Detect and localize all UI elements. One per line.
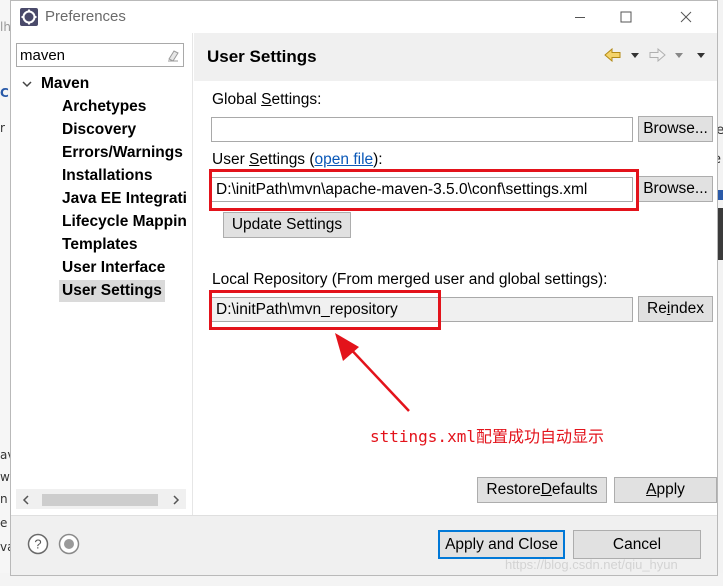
tree-item-user-interface[interactable]: User Interface	[59, 257, 168, 279]
tree-item-discovery[interactable]: Discovery	[59, 119, 139, 141]
window-title: Preferences	[45, 8, 126, 25]
forward-arrow-icon	[649, 48, 666, 62]
tree-item-installations[interactable]: Installations	[59, 165, 155, 187]
tree-item-user-settings[interactable]: User Settings	[59, 280, 165, 302]
title-bar[interactable]: Preferences	[11, 1, 717, 33]
user-settings-highlight-box	[209, 169, 639, 211]
maximize-button[interactable]	[603, 1, 649, 33]
help-icon[interactable]: ?	[27, 533, 49, 555]
annotation-text: sttings.xml配置成功自动显示	[370, 427, 604, 446]
preference-page: User Settings Global Settings: Browse...…	[194, 33, 717, 515]
minimize-button[interactable]	[557, 1, 603, 33]
tree-item-java-ee-integration[interactable]: Java EE Integrati	[59, 188, 190, 210]
preferences-dialog: Preferences maven Maven Archetypes Disco…	[10, 0, 718, 576]
cancel-button[interactable]: Cancel	[573, 530, 701, 559]
background-fragment: w	[0, 470, 10, 484]
back-menu-button[interactable]	[625, 45, 645, 65]
dropdown-triangle-icon	[675, 53, 683, 58]
close-icon	[680, 11, 692, 23]
svg-text:?: ?	[34, 537, 41, 552]
watermark: https://blog.csdn.net/qiu_hyun	[505, 557, 678, 572]
open-file-link[interactable]: open file	[315, 151, 374, 168]
minimize-icon	[575, 17, 585, 18]
tree-node-label: Maven	[41, 75, 90, 92]
background-fragment: n	[0, 492, 8, 506]
restore-defaults-button[interactable]: Restore Defaults	[477, 477, 607, 503]
background-fragment: C	[0, 86, 9, 100]
apply-and-close-button[interactable]: Apply and Close	[438, 530, 565, 559]
page-title: User Settings	[207, 47, 317, 66]
view-menu-button[interactable]	[691, 45, 711, 65]
global-browse-button[interactable]: Browse...	[638, 116, 713, 142]
background-left-strip	[0, 0, 10, 586]
scrollbar-thumb[interactable]	[42, 494, 158, 506]
tree-horizontal-scrollbar[interactable]	[16, 489, 186, 509]
eraser-icon[interactable]	[166, 48, 180, 62]
maximize-icon	[620, 11, 632, 23]
tree-item-templates[interactable]: Templates	[59, 234, 141, 256]
history-navigation	[603, 45, 711, 65]
global-settings-field[interactable]	[211, 117, 633, 142]
filter-field[interactable]	[16, 43, 184, 67]
update-settings-button[interactable]: Update Settings	[223, 212, 351, 238]
preference-navigation: Maven Archetypes Discovery Errors/Warnin…	[11, 33, 193, 515]
reindex-button[interactable]: Re i ndex	[638, 296, 713, 322]
tree-item-archetypes[interactable]: Archetypes	[59, 96, 149, 118]
background-fragment: r	[0, 121, 5, 135]
forward-menu-button[interactable]	[669, 45, 689, 65]
scroll-right-icon[interactable]	[170, 494, 182, 506]
filter-input[interactable]	[20, 46, 160, 64]
eclipse-preferences-icon	[20, 8, 38, 26]
back-arrow-icon	[604, 48, 621, 62]
user-browse-button[interactable]: Browse...	[638, 176, 713, 202]
tree-item-lifecycle-mappings[interactable]: Lifecycle Mappin	[59, 211, 190, 233]
screen: lh C r av w n e va he re Preferences	[0, 0, 723, 586]
user-settings-label: User Settings (open file):	[212, 151, 383, 168]
dropdown-triangle-icon	[631, 53, 639, 58]
scroll-left-icon[interactable]	[20, 494, 32, 506]
local-repository-highlight-box	[209, 290, 441, 330]
close-button[interactable]	[663, 1, 709, 33]
page-header: User Settings	[194, 33, 717, 81]
chevron-down-icon[interactable]	[21, 78, 33, 90]
global-settings-label: Global Settings:	[212, 91, 322, 108]
background-fragment: e	[0, 516, 8, 530]
tree-node-maven[interactable]: Maven	[21, 73, 89, 95]
annotation-arrow	[335, 333, 410, 412]
apply-button[interactable]: Apply	[614, 477, 717, 503]
local-repository-label: Local Repository (From merged user and g…	[212, 271, 608, 288]
tree-item-errors-warnings[interactable]: Errors/Warnings	[59, 142, 186, 164]
forward-button[interactable]	[647, 45, 667, 65]
view-menu-icon	[697, 53, 705, 58]
back-button[interactable]	[603, 45, 623, 65]
import-export-icon[interactable]	[58, 533, 80, 555]
